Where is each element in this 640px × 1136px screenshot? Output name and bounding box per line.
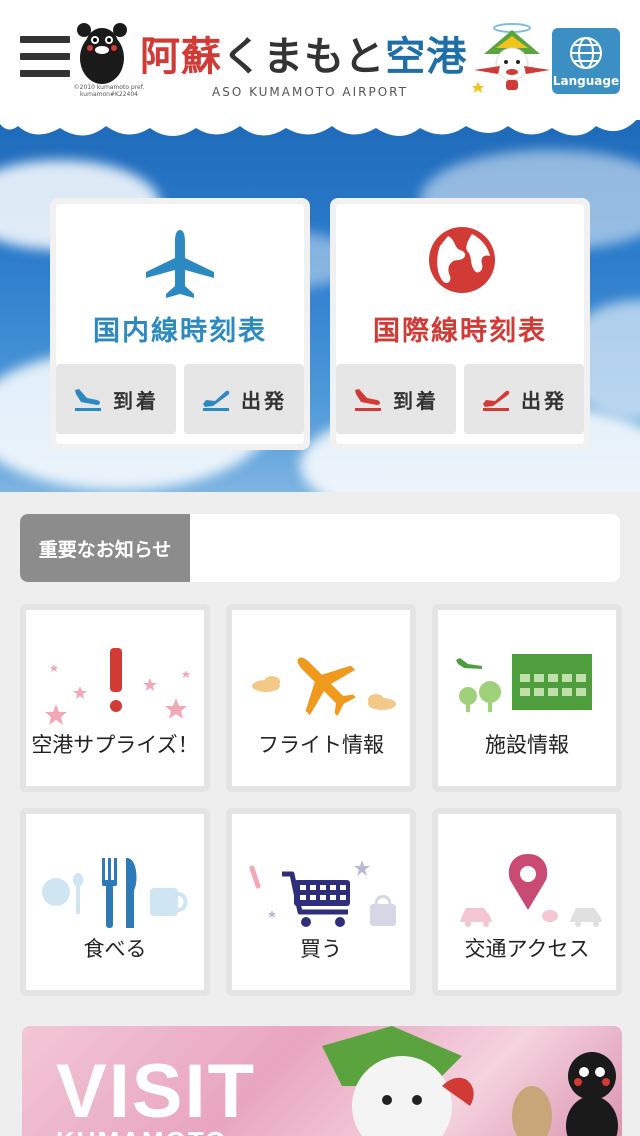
arrival-icon <box>75 389 101 411</box>
language-label: Language <box>552 74 620 88</box>
menu-tile-access[interactable]: 交通アクセス <box>432 808 622 996</box>
domestic-timetable-card: 国内線時刻表 到着 出発 <box>50 198 310 450</box>
terminal-building-icon <box>456 654 592 712</box>
international-departure-button[interactable]: 出発 <box>464 364 584 434</box>
copyright-text: ©2010 kumamoto pref. kumamon#K22404 <box>73 84 145 98</box>
menu-tile-facility-info[interactable]: 施設情報 <box>432 604 622 792</box>
departure-icon <box>483 390 510 411</box>
shopping-cart-icon <box>249 860 396 927</box>
logo-part-dark: くまもと <box>222 34 386 80</box>
domestic-departure-button[interactable]: 出発 <box>184 364 304 434</box>
airplane-icon <box>252 657 396 716</box>
menu-tile-shop[interactable]: 買う <box>226 808 416 996</box>
site-logo-subtitle: ASO KUMAMOTO AIRPORT <box>212 85 408 99</box>
menu-tile-eat[interactable]: 食べる <box>20 808 210 996</box>
menu-tile-label: 買う <box>300 937 342 961</box>
important-notice-label: 重要なお知らせ <box>20 514 190 582</box>
logo-part-red: 阿蘇 <box>140 34 222 80</box>
header: ©2010 kumamoto pref. kumamon#K22404 阿蘇くま… <box>0 0 640 120</box>
domestic-timetable-title[interactable]: 国内線時刻表 <box>56 309 304 348</box>
visit-banner-title: VISIT <box>56 1049 257 1134</box>
menu-tile-label: 交通アクセス <box>464 937 590 961</box>
logo-part-blue: 空港 <box>385 34 468 80</box>
menu-tile-label: 空港サプライズ！ <box>31 733 199 757</box>
airplane-icon <box>146 230 214 298</box>
menu-tile-flight-info[interactable]: フライト情報 <box>226 604 416 792</box>
departure-icon <box>203 390 230 411</box>
international-timetable-title[interactable]: 国際線時刻表 <box>336 309 584 348</box>
airport-mascot-icon <box>472 23 550 93</box>
mascot-illustration-icon <box>322 1026 618 1136</box>
globe-icon <box>429 227 495 293</box>
important-notice-bar[interactable]: 重要なお知らせ <box>20 514 620 582</box>
fork-knife-icon <box>42 858 188 928</box>
visit-kumamoto-banner[interactable]: VISIT KUMAMOTO <box>22 1026 622 1136</box>
map-pin-icon <box>460 854 602 927</box>
exclamation-icon <box>45 648 190 725</box>
site-logo[interactable]: 阿蘇くまもと空港 <box>140 24 467 82</box>
kumamon-logo-icon <box>77 23 127 84</box>
international-timetable-card: 国際線時刻表 到着 出発 <box>330 198 590 450</box>
domestic-arrival-button[interactable]: 到着 <box>56 364 176 434</box>
international-arrival-button[interactable]: 到着 <box>336 364 456 434</box>
menu-tile-label: フライト情報 <box>258 733 384 757</box>
menu-tile-label: 施設情報 <box>485 733 569 757</box>
menu-tile-label: 食べる <box>83 937 147 961</box>
globe-icon <box>570 37 602 69</box>
arrival-icon <box>355 389 381 411</box>
hamburger-menu-icon[interactable] <box>20 36 70 84</box>
language-button[interactable]: Language <box>552 28 620 94</box>
menu-tile-airport-surprise[interactable]: 空港サプライズ！ <box>20 604 210 792</box>
visit-banner-subtitle: KUMAMOTO <box>56 1126 228 1136</box>
